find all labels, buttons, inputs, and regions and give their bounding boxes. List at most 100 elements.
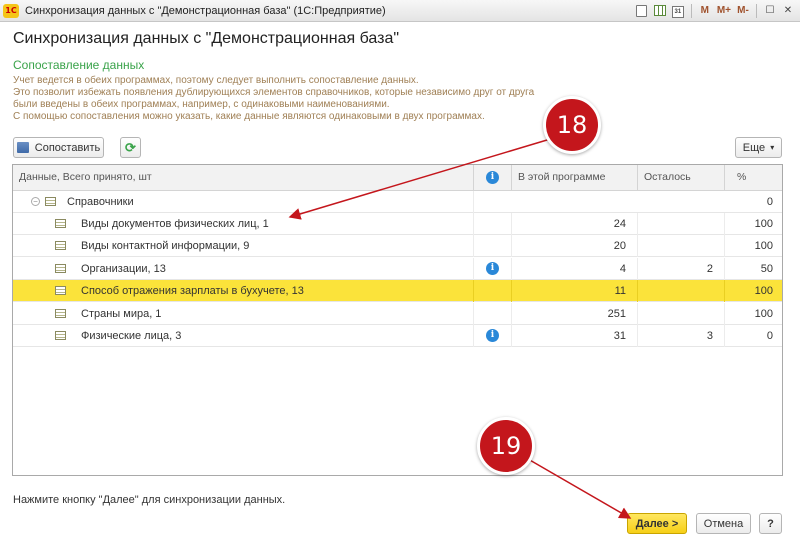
- page-title: Синхронизация данных с "Демонстрационная…: [13, 30, 400, 47]
- memory-minus-button[interactable]: M-: [735, 2, 751, 19]
- callout-badge: 19: [477, 417, 535, 475]
- in-program-cell: 251: [512, 302, 638, 325]
- remaining-cell: 2: [638, 257, 725, 280]
- catalog-icon: [55, 286, 66, 296]
- row-label: Физические лица, 3: [81, 330, 182, 342]
- table-row[interactable]: Организации, 13 i 4 2 50: [13, 257, 782, 280]
- description: Учет ведется в обеих программах, поэтому…: [13, 75, 534, 123]
- window-title: Синхронизация данных с "Демонстрационная…: [25, 4, 386, 17]
- info-icon[interactable]: i: [486, 261, 499, 275]
- in-program-cell: 31: [512, 325, 638, 347]
- toolbar-divider: [690, 3, 692, 18]
- row-label: Способ отражения зарплаты в бухучете, 13: [81, 285, 304, 298]
- table-row[interactable]: Страны мира, 1 251 100: [13, 302, 782, 325]
- footer-hint: Нажмите кнопку "Далее" для синхронизации…: [13, 494, 286, 506]
- remaining-cell: [638, 235, 725, 258]
- refresh-icon: ⟳: [125, 139, 136, 155]
- memory-plus-button[interactable]: M+: [715, 2, 733, 19]
- description-line: были введены в обеих программах, наприме…: [13, 99, 390, 110]
- more-label: Еще: [742, 141, 766, 154]
- table-row[interactable]: Виды контактной информации, 9 20 100: [13, 235, 782, 258]
- catalog-icon: [55, 331, 66, 340]
- name-cell: Страны мира, 1: [13, 302, 474, 325]
- group-cell: − Справочники: [13, 191, 474, 213]
- percent-cell: 100: [754, 307, 773, 320]
- callout-badge: 18: [543, 96, 601, 154]
- info-cell[interactable]: i: [474, 257, 512, 280]
- catalog-icon: [45, 197, 56, 206]
- window-tools: 31 M M+ M- ☐ ✕: [634, 2, 796, 19]
- remaining-cell: 3: [638, 325, 725, 347]
- compare-label: Сопоставить: [34, 141, 101, 154]
- chevron-down-icon: ▾: [770, 143, 775, 152]
- in-program-cell: [512, 191, 638, 213]
- memory-button[interactable]: M: [697, 2, 713, 19]
- table-row[interactable]: Виды документов физических лиц, 1 24 100: [13, 213, 782, 235]
- percent-cell: 100: [754, 240, 773, 253]
- name-cell: Виды документов физических лиц, 1: [13, 213, 474, 235]
- in-program-cell: 11: [512, 280, 638, 303]
- header-percent[interactable]: %: [725, 165, 782, 190]
- in-program-cell: 4: [512, 257, 638, 280]
- header-info[interactable]: i: [474, 165, 512, 190]
- header-in-program[interactable]: В этой программе: [512, 165, 638, 190]
- row-label: Организации, 13: [81, 262, 166, 275]
- catalog-icon: [55, 241, 66, 251]
- row-label: Виды документов физических лиц, 1: [81, 218, 269, 230]
- header-name[interactable]: Данные, Всего принято, шт: [13, 165, 474, 190]
- maximize-icon[interactable]: ☐: [762, 2, 778, 19]
- calendar-icon[interactable]: 31: [670, 2, 686, 19]
- table-row[interactable]: Физические лица, 3 i 31 3 0: [13, 325, 782, 347]
- catalog-icon: [55, 263, 66, 273]
- remaining-cell: [638, 191, 725, 213]
- info-icon[interactable]: i: [486, 329, 499, 342]
- window-titlebar: 1С Синхронизация данных с "Демонстрацион…: [0, 0, 800, 22]
- table-group-row[interactable]: − Справочники 0: [13, 191, 782, 213]
- compare-icon: [16, 142, 29, 153]
- group-label: Справочники: [67, 196, 134, 208]
- refresh-button[interactable]: ⟳: [120, 137, 141, 158]
- description-line: С помощью сопоставления можно указать, к…: [13, 111, 485, 122]
- compare-button[interactable]: Сопоставить: [13, 137, 104, 158]
- table-row[interactable]: Способ отражения зарплаты в бухучете, 13…: [13, 280, 782, 303]
- table-icon[interactable]: [652, 2, 668, 19]
- description-line: Учет ведется в обеих программах, поэтому…: [13, 75, 419, 86]
- cancel-button[interactable]: Отмена: [696, 513, 751, 534]
- info-icon: i: [486, 171, 499, 184]
- in-program-cell: 24: [512, 213, 638, 235]
- remaining-cell: [638, 213, 725, 235]
- remaining-cell: [638, 302, 725, 325]
- print-icon[interactable]: [634, 2, 650, 19]
- row-label: Страны мира, 1: [81, 307, 162, 320]
- info-cell: [474, 280, 512, 303]
- info-cell[interactable]: i: [474, 325, 512, 347]
- more-button[interactable]: Еще ▾: [735, 137, 782, 158]
- close-icon[interactable]: ✕: [780, 2, 796, 19]
- catalog-icon: [55, 219, 66, 228]
- percent-cell: 100: [754, 218, 773, 230]
- name-cell: Виды контактной информации, 9: [13, 235, 474, 258]
- row-label: Виды контактной информации, 9: [81, 240, 250, 253]
- header-remaining[interactable]: Осталось: [638, 165, 725, 190]
- toolbar-divider: [756, 3, 757, 18]
- collapse-icon[interactable]: −: [31, 197, 40, 206]
- percent-cell: 0: [766, 330, 773, 342]
- table-header: Данные, Всего принято, шт i В этой прогр…: [13, 165, 782, 191]
- in-program-cell: 20: [512, 235, 638, 258]
- name-cell: Физические лица, 3: [13, 325, 474, 347]
- info-cell: [474, 213, 512, 235]
- mapping-table[interactable]: Данные, Всего принято, шт i В этой прогр…: [12, 164, 783, 476]
- info-cell: [474, 191, 512, 213]
- description-line: Это позволит избежать появления дублирую…: [13, 87, 535, 98]
- help-button[interactable]: ?: [759, 513, 782, 534]
- app-logo-icon: 1С: [3, 3, 19, 18]
- name-cell: Способ отражения зарплаты в бухучете, 13: [13, 280, 474, 303]
- catalog-icon: [55, 308, 66, 318]
- percent-cell: 0: [766, 196, 773, 208]
- next-button[interactable]: Далее >: [627, 513, 687, 534]
- percent-cell: 100: [754, 285, 773, 298]
- info-cell: [474, 302, 512, 325]
- remaining-cell: [638, 280, 725, 303]
- info-cell: [474, 235, 512, 258]
- percent-cell: 50: [760, 262, 773, 275]
